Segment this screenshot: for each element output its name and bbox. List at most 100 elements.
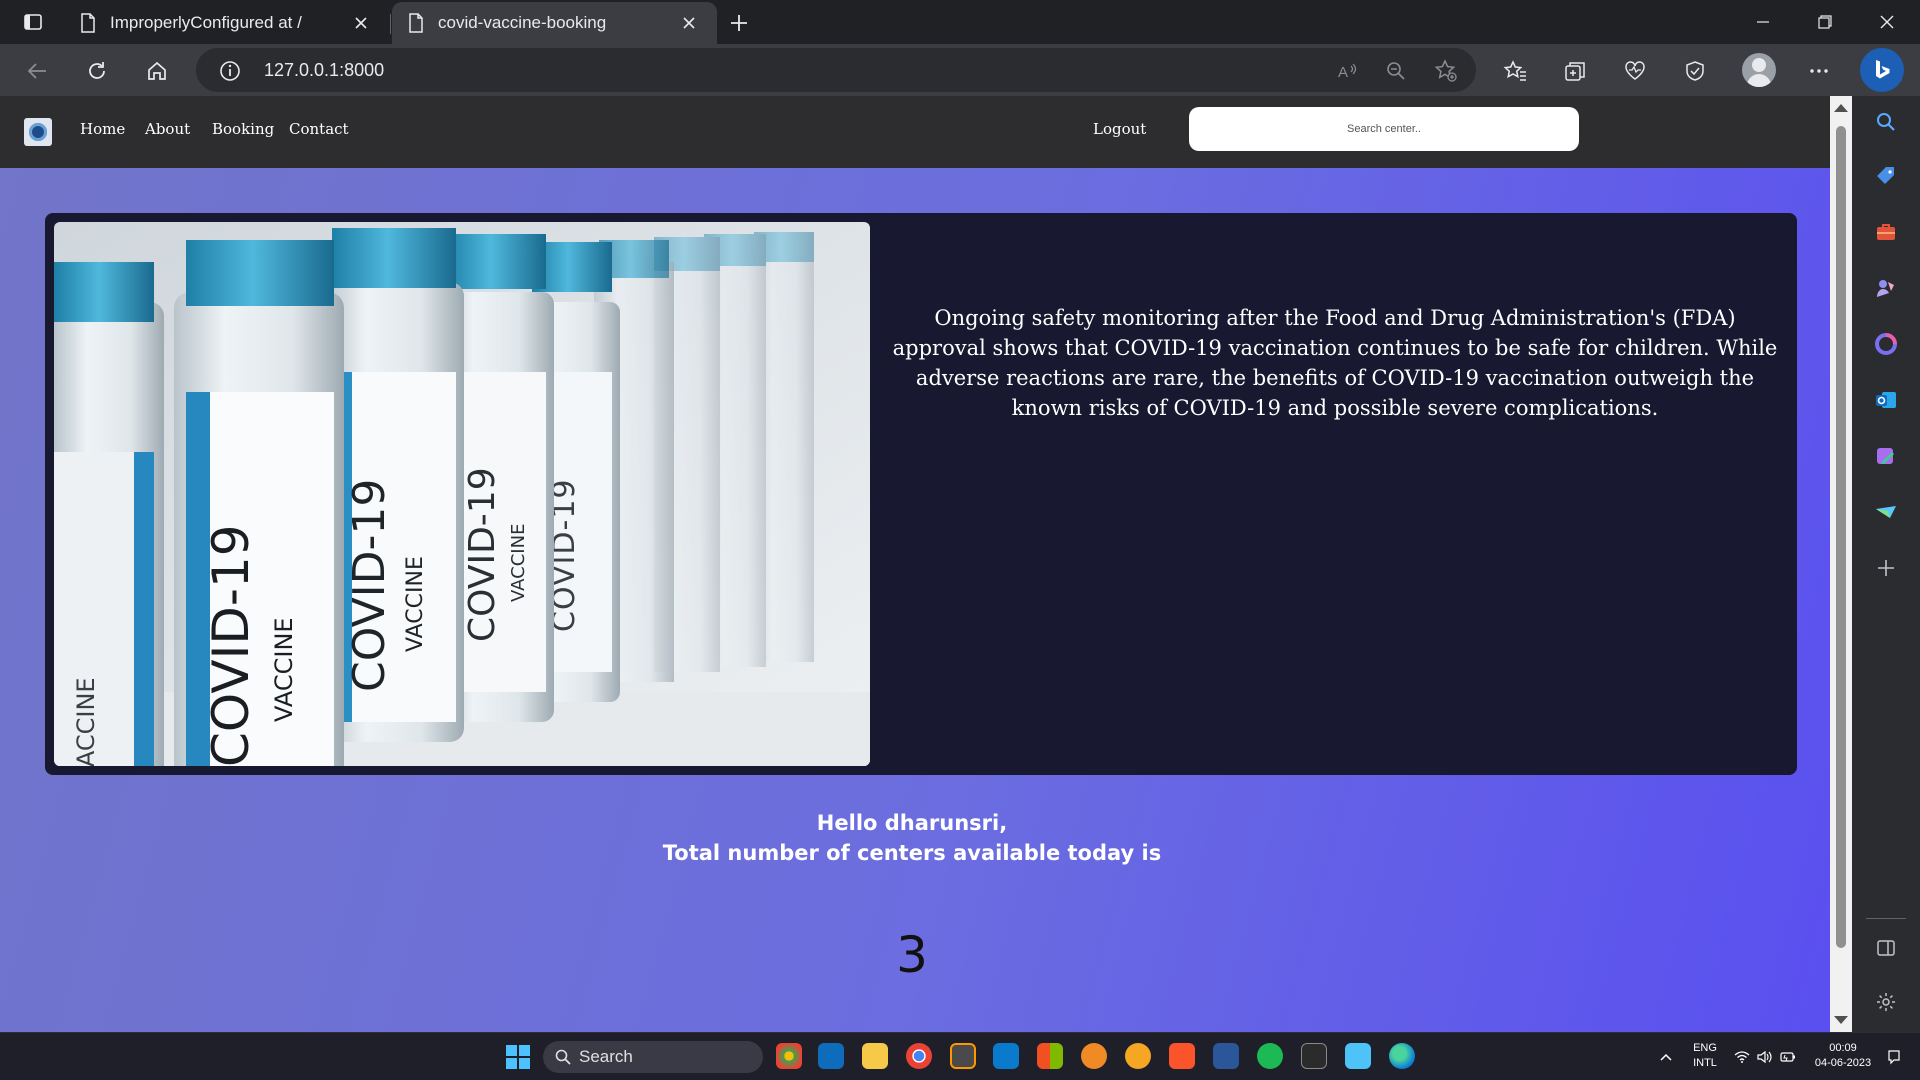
language-line: INTL [1693, 1057, 1717, 1069]
browser-essentials-button[interactable] [1618, 54, 1652, 88]
vscode-icon[interactable] [993, 1043, 1019, 1069]
plus-icon [731, 15, 747, 31]
vial-label-subtext: VACCINE [72, 677, 100, 766]
restore-icon [1818, 15, 1832, 29]
search-center-input[interactable] [1189, 107, 1579, 151]
site-info-icon[interactable] [216, 57, 244, 85]
page-icon [81, 13, 95, 33]
tab-title: covid-vaccine-booking [438, 13, 607, 32]
restore-button[interactable] [1802, 6, 1848, 38]
spotify-icon[interactable] [1257, 1043, 1283, 1069]
designer-icon[interactable] [1872, 442, 1900, 470]
hide-sidebar-icon[interactable] [1872, 934, 1900, 962]
nav-booking-link[interactable]: Booking [212, 120, 274, 138]
clock-date: 04-06-2023 [1814, 1057, 1872, 1069]
firefox-icon[interactable] [1081, 1043, 1107, 1069]
tab-covid-vaccine-booking[interactable]: covid-vaccine-booking [392, 2, 717, 44]
add-sidebar-app-icon[interactable] [1872, 554, 1900, 582]
favorites-icon [1503, 60, 1526, 81]
nav-home-link[interactable]: Home [80, 120, 125, 138]
language-indicator[interactable]: ENG INTL [1690, 1041, 1720, 1071]
tab-actions-icon [24, 14, 42, 30]
close-icon [1880, 15, 1894, 29]
new-tab-button[interactable] [724, 8, 754, 38]
scroll-up-icon[interactable] [1834, 104, 1848, 112]
terminal-icon[interactable] [1301, 1043, 1327, 1069]
shield-check-icon [1686, 61, 1704, 81]
edge-icon[interactable] [1389, 1043, 1415, 1069]
read-aloud-icon[interactable]: A [1334, 57, 1362, 85]
profile-avatar[interactable] [1742, 53, 1776, 87]
close-window-button[interactable] [1864, 6, 1910, 38]
logout-link[interactable]: Logout [1093, 120, 1146, 138]
scroll-down-icon[interactable] [1834, 1016, 1848, 1024]
more-horizontal-icon [1810, 69, 1828, 73]
edge-sidebar [1852, 96, 1920, 1032]
drop-icon[interactable] [1872, 498, 1900, 526]
windows-start-button[interactable] [506, 1045, 530, 1069]
battery-icon[interactable] [1780, 1049, 1796, 1065]
home-icon [148, 61, 166, 80]
sidebar-settings-icon[interactable] [1872, 988, 1900, 1016]
taskbar-search-label: Search [579, 1047, 633, 1066]
extensions-button[interactable] [1678, 54, 1712, 88]
microsoft-store-icon[interactable] [1037, 1043, 1063, 1069]
svg-text:A: A [1338, 64, 1348, 81]
nav-contact-link[interactable]: Contact [289, 120, 349, 138]
scroll-thumb[interactable] [1836, 126, 1846, 948]
sublime-text-icon[interactable] [950, 1043, 976, 1069]
site-logo[interactable] [24, 118, 52, 146]
notepad-icon[interactable] [1345, 1043, 1371, 1069]
notifications-icon[interactable] [1886, 1049, 1902, 1065]
vial-label-subtext: VACCINE [270, 617, 298, 722]
tools-briefcase-icon[interactable] [1872, 218, 1900, 246]
vial-label-subtext: VACCINE [508, 524, 529, 602]
mail-app-icon[interactable] [818, 1043, 844, 1069]
greeting-block: Hello dharunsri, Total number of centers… [0, 808, 1824, 868]
tab-title: ImproperlyConfigured at / [110, 13, 302, 32]
tab-close-icon[interactable] [677, 11, 701, 35]
arrow-left-icon [27, 63, 46, 79]
games-icon[interactable] [1872, 274, 1900, 302]
taskbar-search[interactable]: Search [543, 1041, 763, 1073]
chevron-up-icon[interactable] [1658, 1049, 1674, 1065]
file-explorer-icon[interactable] [862, 1043, 888, 1069]
refresh-icon [89, 62, 105, 79]
url-text[interactable]: 127.0.0.1:8000 [264, 60, 384, 81]
collections-button[interactable] [1558, 54, 1592, 88]
chrome-profile-app-icon[interactable] [776, 1043, 802, 1069]
tor-browser-icon[interactable] [1125, 1043, 1151, 1069]
word-icon[interactable] [1213, 1043, 1239, 1069]
tab-actions-button[interactable] [14, 8, 52, 36]
refresh-button[interactable] [80, 54, 114, 88]
brave-icon[interactable] [1169, 1043, 1195, 1069]
outlook-icon[interactable] [1872, 386, 1900, 414]
tab-separator [390, 14, 391, 34]
home-button[interactable] [140, 54, 174, 88]
back-button[interactable] [20, 54, 54, 88]
bing-icon [1876, 60, 1890, 79]
zoom-icon[interactable] [1382, 57, 1410, 85]
bing-copilot-button[interactable] [1860, 48, 1904, 92]
language-line: ENG [1693, 1042, 1717, 1054]
hero-card: COVID-19 COVID-19 VACCINE COVID-19 VACCI… [45, 213, 1797, 775]
nav-about-link[interactable]: About [145, 120, 190, 138]
tab-close-icon[interactable] [349, 11, 373, 35]
address-bar[interactable]: 127.0.0.1:8000 A [196, 48, 1476, 92]
page-scrollbar[interactable] [1830, 96, 1852, 1032]
clock[interactable]: 00:09 04-06-2023 [1808, 1041, 1878, 1071]
tab-improperly-configured[interactable]: ImproperlyConfigured at / [64, 2, 389, 44]
search-icon[interactable] [1872, 108, 1900, 136]
minimize-button[interactable] [1740, 6, 1786, 38]
favorites-button[interactable] [1498, 54, 1532, 88]
collections-icon [1565, 62, 1585, 81]
more-options-button[interactable] [1802, 54, 1836, 88]
chrome-icon[interactable] [906, 1043, 932, 1069]
heart-pulse-icon [1625, 61, 1645, 80]
add-favorite-icon[interactable] [1432, 57, 1460, 85]
wifi-icon[interactable] [1734, 1049, 1750, 1065]
microsoft-365-icon[interactable] [1872, 330, 1900, 358]
shopping-tag-icon[interactable] [1872, 162, 1900, 190]
volume-icon[interactable] [1756, 1049, 1772, 1065]
browser-tab-bar: ImproperlyConfigured at / covid-vaccine-… [0, 0, 1920, 44]
